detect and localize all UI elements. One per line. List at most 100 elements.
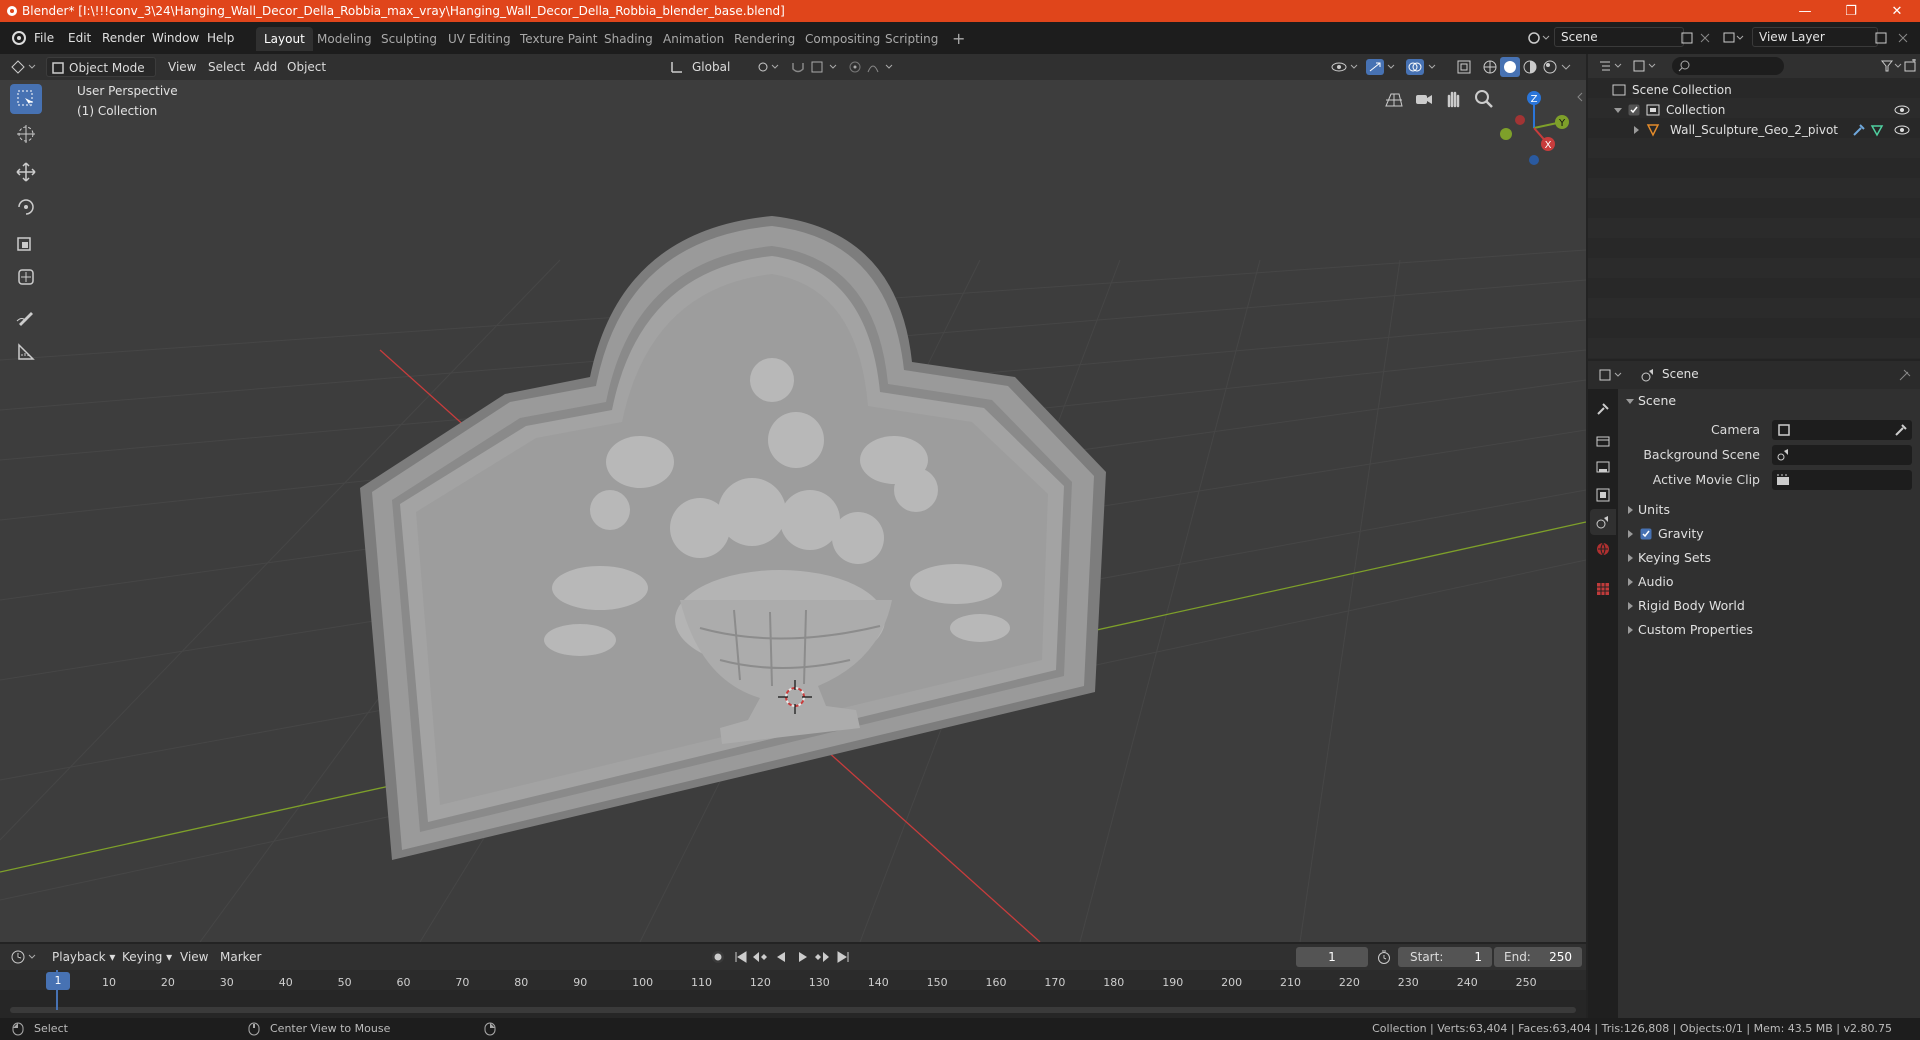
toggle-ortho-icon[interactable] [1383,88,1405,110]
jump-start-icon[interactable] [734,950,748,964]
menu-object[interactable]: Object [281,57,332,77]
units-expand-icon[interactable] [1628,506,1633,514]
menu-marker[interactable]: Marker [214,947,267,967]
remove-view-layer-icon[interactable] [1896,31,1910,45]
minimize-button[interactable]: — [1782,0,1828,22]
menu-timeline-view[interactable]: View [174,947,214,967]
visibility-filter-icon[interactable] [1330,59,1360,75]
outliner-search-input[interactable] [1672,57,1784,75]
scene-field[interactable]: Scene [1554,27,1684,47]
scene-panel-collapse-icon[interactable] [1626,399,1634,404]
menu-view[interactable]: View [162,57,202,77]
3d-viewport[interactable]: User Perspective (1) Collection Z Y X [0,80,1586,942]
record-icon[interactable] [710,949,726,965]
properties-editor-type-icon[interactable] [1598,368,1624,382]
select-box-tool[interactable] [10,84,42,114]
gravity-expand-icon[interactable] [1628,530,1633,538]
keying-sets-section[interactable]: Keying Sets [1620,547,1920,569]
scene-panel-header[interactable]: Scene [1620,390,1920,412]
tab-shading[interactable]: Shading [596,27,661,51]
wall-sculpture-mesh[interactable] [360,216,1106,860]
world-tab-icon[interactable] [1595,541,1611,557]
menu-file[interactable]: File [30,27,58,49]
outliner-editor-type-icon[interactable] [1598,59,1624,73]
play-reverse-icon[interactable] [774,950,788,964]
play-icon[interactable] [796,950,810,964]
next-keyframe-icon[interactable] [814,950,830,964]
tab-layout[interactable]: Layout [256,27,313,51]
add-workspace-button[interactable]: + [944,27,973,51]
editor-type-icon[interactable] [10,59,38,75]
tab-animation[interactable]: Animation [655,27,732,51]
timeline-editor-type-icon[interactable] [10,949,38,965]
snap-icon[interactable] [790,60,806,74]
playhead-frame[interactable]: 1 [46,972,70,990]
end-frame-field[interactable]: End: 250 [1494,947,1582,967]
menu-window[interactable]: Window [148,27,203,49]
remove-scene-icon[interactable] [1698,31,1712,45]
custom-properties-expand-icon[interactable] [1628,626,1633,634]
gizmo-toggle-icon[interactable] [1366,59,1396,75]
proportional-edit-icon[interactable] [848,60,862,74]
menu-playback[interactable]: Playback ▾ [46,947,121,967]
menu-add[interactable]: Add [248,57,283,77]
view-layer-icon[interactable] [1722,30,1746,46]
overlays-toggle-icon[interactable] [1406,59,1438,75]
timeline-scrollbar[interactable] [10,1007,1576,1013]
tab-texture-paint[interactable]: Texture Paint [512,27,605,51]
close-button[interactable]: ✕ [1874,0,1920,22]
units-section[interactable]: Units [1620,499,1920,521]
rendered-shading-icon[interactable] [1542,59,1558,75]
solid-shading-icon[interactable] [1500,57,1520,77]
shading-options-icon[interactable] [1560,62,1572,72]
snap-element-icon[interactable] [810,60,840,74]
rigid-body-world-section[interactable]: Rigid Body World [1620,595,1920,617]
object-visibility-eye-icon[interactable] [1894,125,1910,135]
prev-keyframe-icon[interactable] [752,950,768,964]
outliner-row-scene-collection[interactable]: Scene Collection [1588,80,1920,100]
tool-tab-icon[interactable] [1595,401,1611,417]
falloff-icon[interactable] [866,60,896,74]
current-frame-field[interactable]: 1 [1296,947,1368,967]
camera-view-icon[interactable] [1413,88,1435,110]
menu-keying[interactable]: Keying ▾ [116,947,178,967]
xray-toggle-icon[interactable] [1456,59,1472,75]
transform-tool[interactable] [10,262,42,292]
cursor-tool[interactable] [10,119,42,149]
orientation-dropdown[interactable]: Global ▾ [686,57,746,94]
restore-button[interactable]: ❐ [1828,0,1874,22]
scene-tab[interactable] [1590,509,1616,535]
measure-tool[interactable] [10,337,42,367]
collection-visibility-eye-icon[interactable] [1894,105,1910,115]
sidebar-toggle-icon[interactable] [1576,92,1584,102]
annotate-tool[interactable] [10,302,42,332]
modifier-icon[interactable] [1852,123,1866,137]
menu-edit[interactable]: Edit [64,27,95,49]
tab-scripting[interactable]: Scripting [877,27,946,51]
tab-rendering[interactable]: Rendering [726,27,803,51]
new-collection-icon[interactable] [1904,59,1918,73]
exclude-checkbox-icon[interactable] [1628,104,1640,116]
output-tab-icon[interactable] [1595,459,1611,475]
new-view-layer-icon[interactable] [1874,31,1888,45]
filter-icon[interactable] [1880,59,1904,73]
background-scene-field[interactable] [1772,445,1912,465]
tab-modeling[interactable]: Modeling [309,27,380,51]
display-mode-icon[interactable] [1632,59,1658,73]
menu-help[interactable]: Help [203,27,238,49]
move-tool[interactable] [10,157,42,187]
keying-sets-expand-icon[interactable] [1628,554,1633,562]
wireframe-shading-icon[interactable] [1482,59,1498,75]
blender-menu-icon[interactable] [10,30,26,46]
rotate-tool[interactable] [10,192,42,222]
rigid-body-expand-icon[interactable] [1628,602,1633,610]
tab-uv-editing[interactable]: UV Editing [440,27,519,51]
mesh-data-icon[interactable] [1870,123,1884,137]
tab-sculpting[interactable]: Sculpting [373,27,445,51]
scene-selector-icon[interactable] [1526,30,1550,46]
new-scene-icon[interactable] [1680,31,1694,45]
outliner-row-collection[interactable]: Collection [1588,100,1920,120]
preview-range-icon[interactable] [1376,949,1392,965]
scale-tool[interactable] [10,227,42,257]
expand-object-icon[interactable] [1634,126,1639,134]
